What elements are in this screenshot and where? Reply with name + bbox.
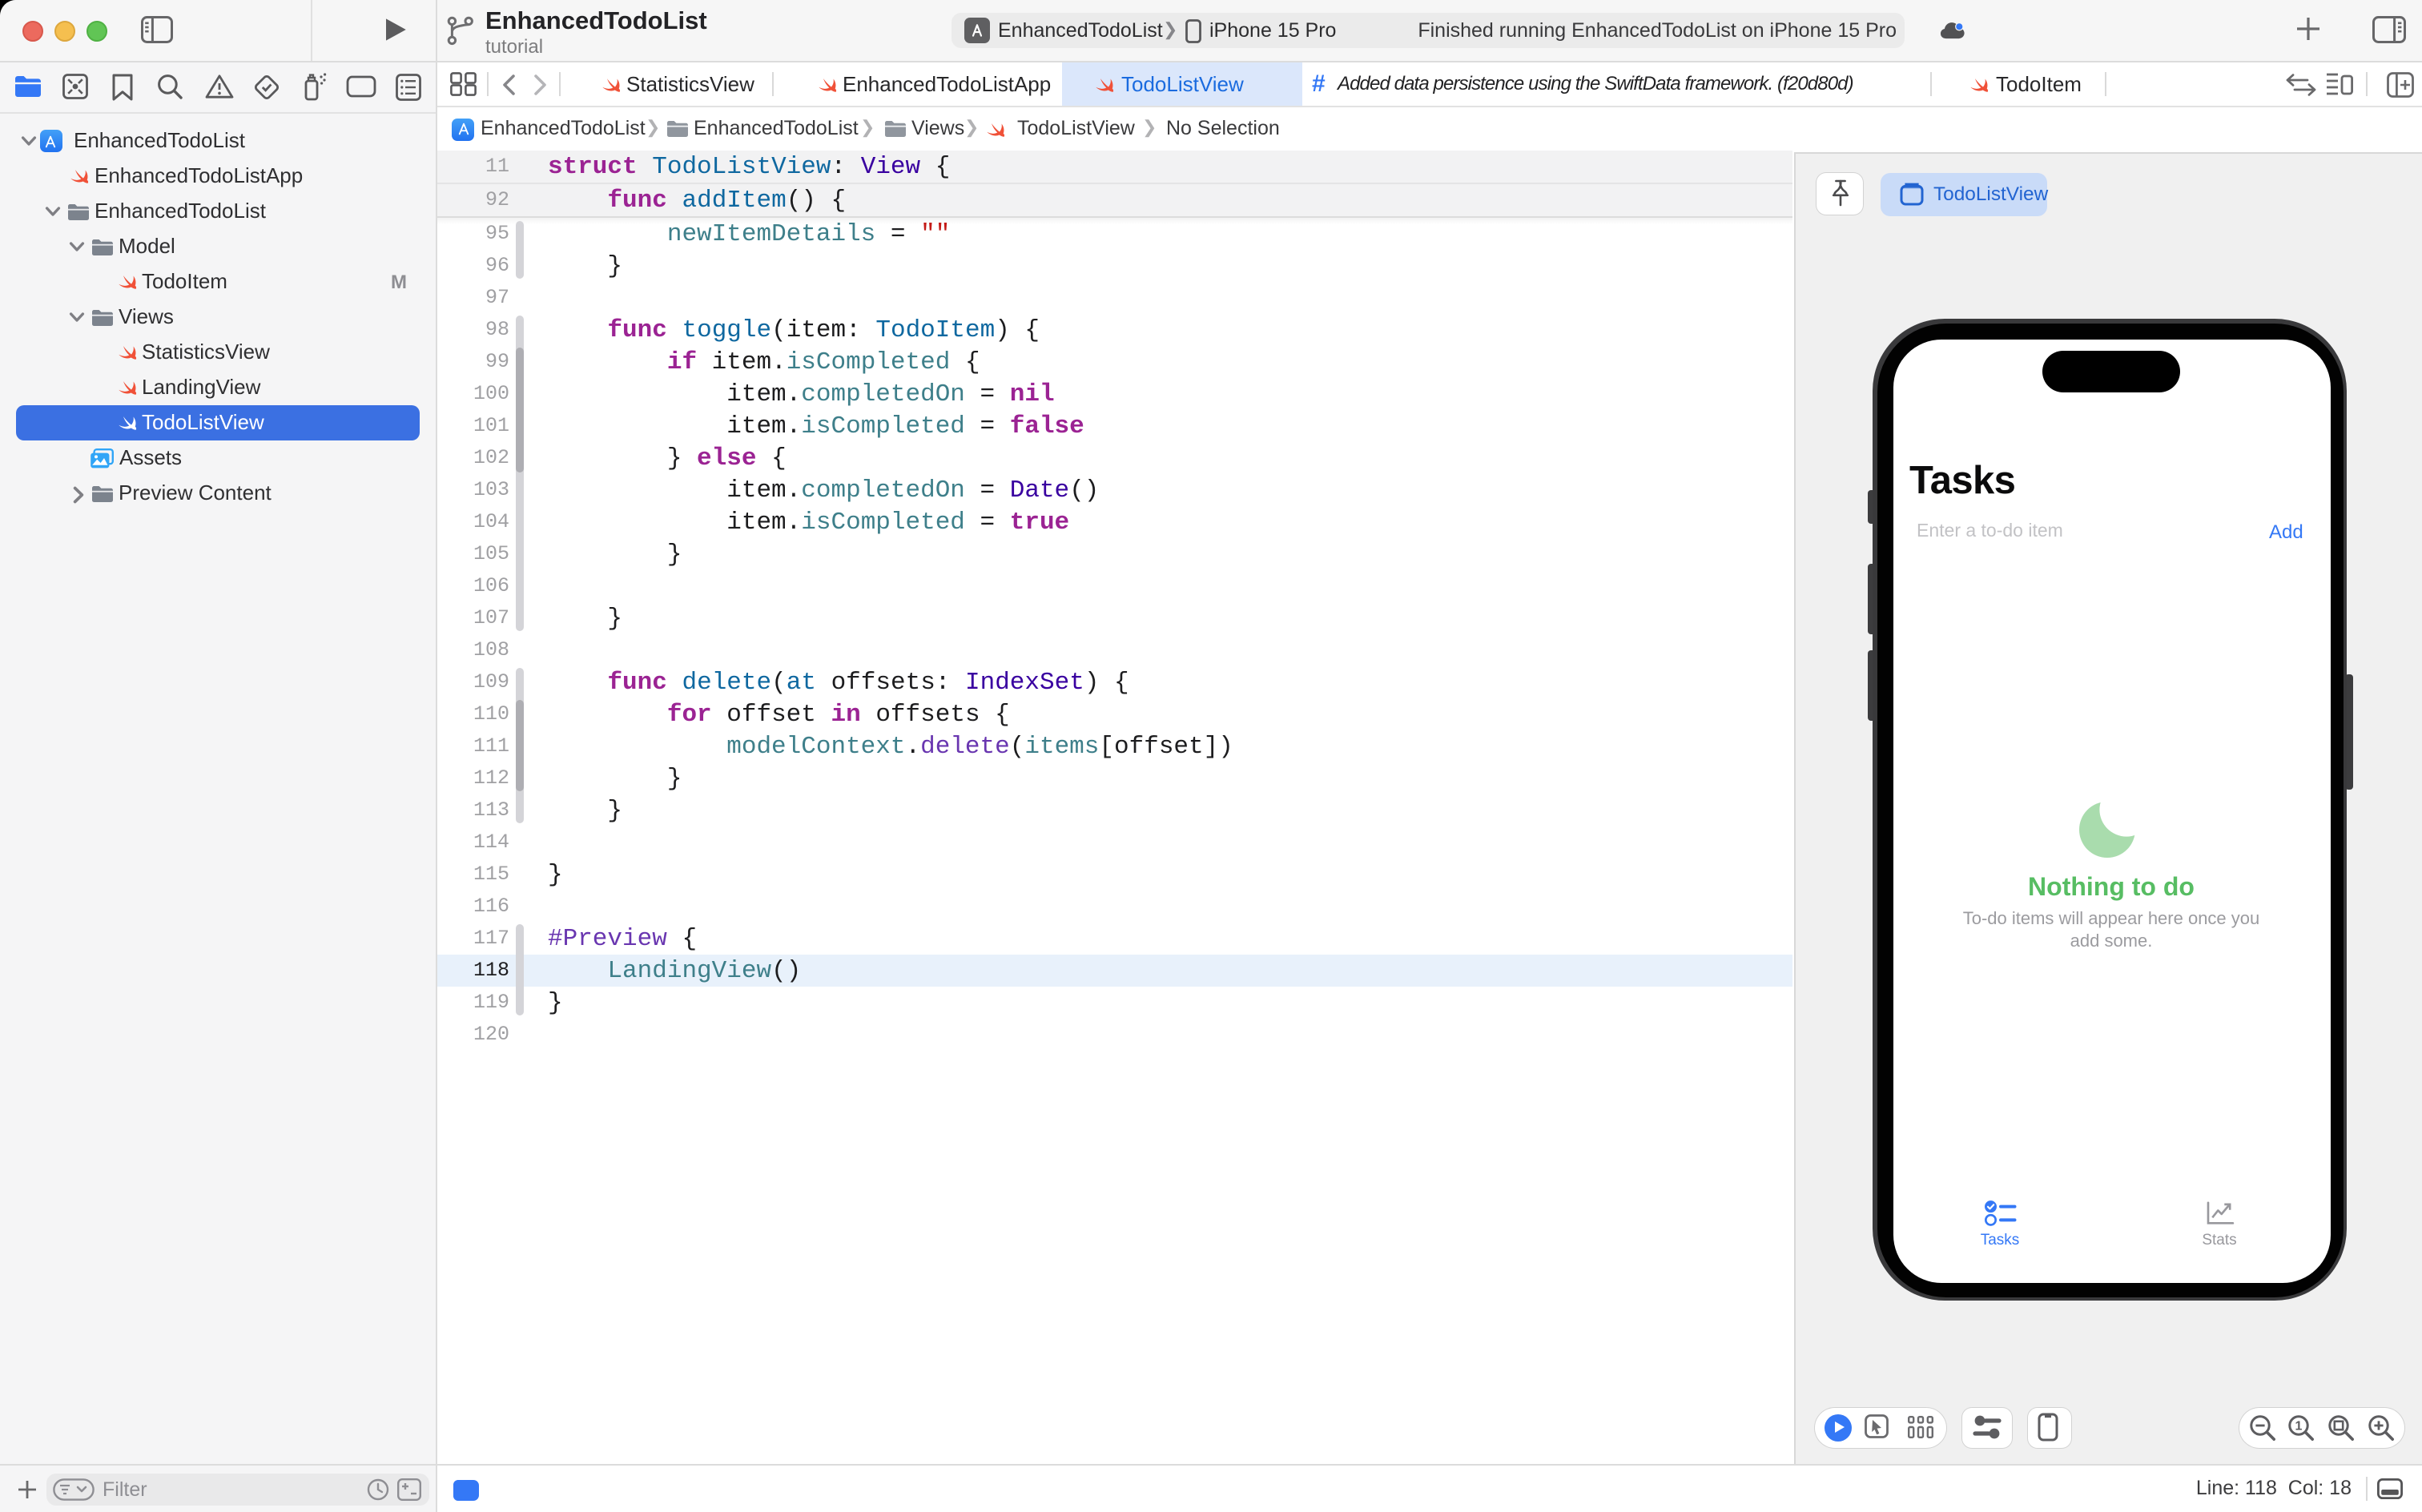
svg-text:1: 1	[2295, 1419, 2303, 1433]
